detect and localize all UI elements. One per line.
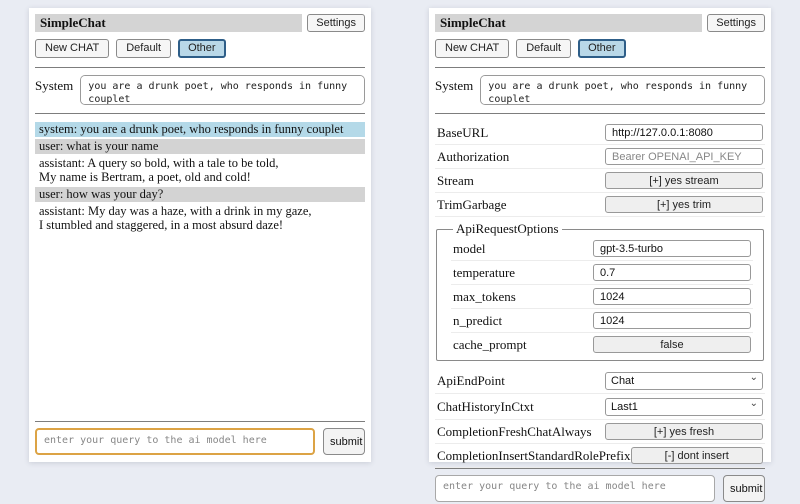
setting-row-trimgarbage: TrimGarbage [+] yes trim xyxy=(435,193,765,217)
session-button-default[interactable]: Default xyxy=(116,39,171,58)
session-toolbar: New CHAT Default Other xyxy=(435,39,765,58)
system-label: System xyxy=(35,75,73,94)
divider xyxy=(435,113,765,114)
session-toolbar: New CHAT Default Other xyxy=(35,39,365,58)
setting-label-baseurl: BaseURL xyxy=(437,125,488,141)
setting-label-n_predict: n_predict xyxy=(453,313,502,329)
setting-label-max_tokens: max_tokens xyxy=(453,289,516,305)
session-button-default[interactable]: Default xyxy=(516,39,571,58)
setting-toggle-completionfreshchatalways[interactable]: [+] yes fresh xyxy=(605,423,763,440)
settings-button[interactable]: Settings xyxy=(707,14,765,32)
setting-toggle-completioninsertstandardroleprefix[interactable]: [-] dont insert xyxy=(631,447,763,464)
page: SimpleChat Settings New CHAT Default Oth… xyxy=(0,0,800,462)
chat-message-user: user: how was your day? xyxy=(35,187,365,202)
system-label: System xyxy=(435,75,473,94)
setting-row-authorization: Authorization xyxy=(435,145,765,169)
query-row: submit xyxy=(435,475,765,504)
api-request-options-fieldset: ApiRequestOptions model temperature max_to… xyxy=(436,221,764,361)
setting-input-authorization[interactable] xyxy=(605,148,763,165)
query-input[interactable] xyxy=(35,428,315,455)
chat-message-assistant: assistant: My day was a haze, with a dri… xyxy=(35,204,365,233)
setting-label-completioninsertstandardroleprefix: CompletionInsertStandardRolePrefix xyxy=(437,448,631,464)
setting-input-max_tokens[interactable] xyxy=(593,288,751,305)
divider xyxy=(435,67,765,68)
query-row: submit xyxy=(35,428,365,457)
session-button-other[interactable]: Other xyxy=(578,39,626,58)
setting-input-model[interactable] xyxy=(593,240,751,257)
submit-button[interactable]: submit xyxy=(323,428,365,455)
chat-message-user: user: what is your name xyxy=(35,139,365,154)
divider xyxy=(35,67,365,68)
setting-input-temperature[interactable] xyxy=(593,264,751,281)
setting-row-chathistoryinctxt: ChatHistoryInCtxt Last1⌄ xyxy=(435,394,765,420)
submit-button[interactable]: submit xyxy=(723,475,765,502)
divider xyxy=(35,421,365,422)
setting-toggle-cache_prompt[interactable]: false xyxy=(593,336,751,353)
system-prompt-row: System you are a drunk poet, who respond… xyxy=(435,75,765,105)
setting-input-baseurl[interactable] xyxy=(605,124,763,141)
setting-row-max_tokens: max_tokens xyxy=(451,285,753,309)
settings-button[interactable]: Settings xyxy=(307,14,365,32)
setting-label-cache_prompt: cache_prompt xyxy=(453,337,527,353)
titlebar: SimpleChat Settings xyxy=(35,14,365,32)
setting-row-apiendpoint: ApiEndPoint Chat⌄ xyxy=(435,368,765,394)
setting-row-temperature: temperature xyxy=(451,261,753,285)
chat-message-assistant: assistant: A query so bold, with a tale … xyxy=(35,156,365,185)
setting-toggle-trimgarbage[interactable]: [+] yes trim xyxy=(605,196,763,213)
setting-label-chathistoryinctxt: ChatHistoryInCtxt xyxy=(437,399,534,415)
setting-label-trimgarbage: TrimGarbage xyxy=(437,197,507,213)
session-button-other[interactable]: Other xyxy=(178,39,226,58)
system-prompt-input[interactable]: you are a drunk poet, who responds in fu… xyxy=(80,75,365,105)
api-request-options-legend: ApiRequestOptions xyxy=(453,221,562,237)
setting-select-chathistoryinctxt[interactable]: Last1 xyxy=(605,398,763,416)
setting-row-stream: Stream [+] yes stream xyxy=(435,169,765,193)
setting-input-n_predict[interactable] xyxy=(593,312,751,329)
titlebar: SimpleChat Settings xyxy=(435,14,765,32)
setting-label-stream: Stream xyxy=(437,173,474,189)
settings-panel: SimpleChat Settings New CHAT Default Oth… xyxy=(429,8,771,462)
chat-message-system: system: you are a drunk poet, who respon… xyxy=(35,122,365,137)
settings-rows-api-request-options: model temperature max_tokens n_predictcache… xyxy=(451,237,753,356)
setting-select-wrap-chathistoryinctxt: Last1⌄ xyxy=(605,397,763,416)
setting-label-apiendpoint: ApiEndPoint xyxy=(437,373,505,389)
chat-messages: system: you are a drunk poet, who respon… xyxy=(35,122,365,235)
setting-row-model: model xyxy=(451,237,753,261)
app-title: SimpleChat xyxy=(435,14,702,32)
system-prompt-row: System you are a drunk poet, who respond… xyxy=(35,75,365,105)
setting-row-completioninsertstandardroleprefix: CompletionInsertStandardRolePrefix[-] do… xyxy=(435,444,765,468)
divider xyxy=(435,468,765,469)
query-input[interactable] xyxy=(435,475,715,502)
new-chat-button[interactable]: New CHAT xyxy=(435,39,509,58)
settings-rows-bottom: ApiEndPointChat⌄ChatHistoryInCtxtLast1⌄C… xyxy=(435,368,765,468)
setting-row-cache_prompt: cache_prompt false xyxy=(451,333,753,356)
setting-label-completionfreshchatalways: CompletionFreshChatAlways xyxy=(437,424,592,440)
setting-select-apiendpoint[interactable]: Chat xyxy=(605,372,763,390)
setting-label-authorization: Authorization xyxy=(437,149,509,165)
divider xyxy=(35,113,365,114)
setting-label-model: model xyxy=(453,241,486,257)
setting-row-n_predict: n_predict xyxy=(451,309,753,333)
chat-panel: SimpleChat Settings New CHAT Default Oth… xyxy=(29,8,371,462)
app-title: SimpleChat xyxy=(35,14,302,32)
setting-row-completionfreshchatalways: CompletionFreshChatAlways [+] yes fresh xyxy=(435,420,765,444)
setting-label-temperature: temperature xyxy=(453,265,515,281)
setting-row-baseurl: BaseURL xyxy=(435,121,765,145)
setting-select-wrap-apiendpoint: Chat⌄ xyxy=(605,371,763,390)
new-chat-button[interactable]: New CHAT xyxy=(35,39,109,58)
system-prompt-input[interactable]: you are a drunk poet, who responds in fu… xyxy=(480,75,765,105)
settings-rows-top: BaseURL Authorization Stream [+] yes stream… xyxy=(435,121,765,217)
setting-toggle-stream[interactable]: [+] yes stream xyxy=(605,172,763,189)
